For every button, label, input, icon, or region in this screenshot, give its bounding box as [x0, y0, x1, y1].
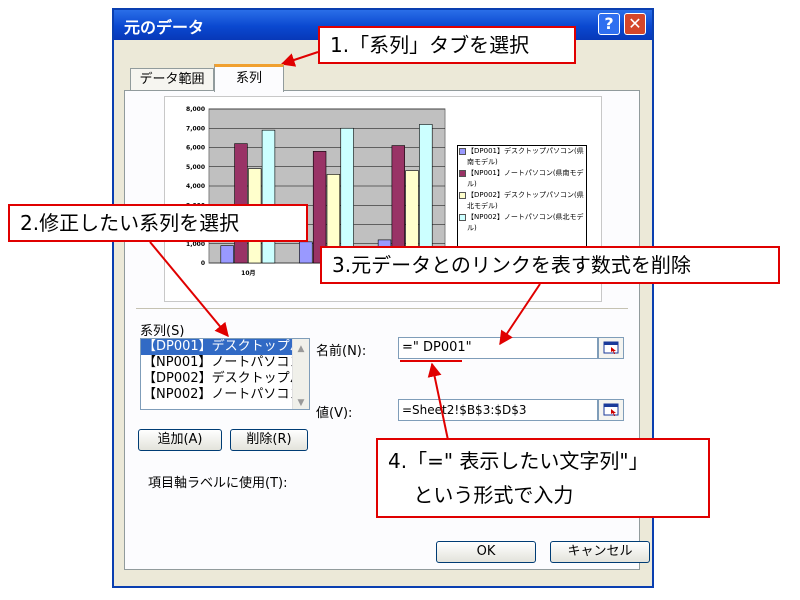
- name-input[interactable]: =" DP001": [398, 337, 598, 359]
- legend-swatch: [459, 148, 466, 155]
- scroll-up-icon[interactable]: ▲: [295, 341, 307, 354]
- legend-label: 【NP001】ノートパソコン(県南モデル): [467, 169, 584, 188]
- listbox-scrollbar[interactable]: ▲ ▼: [292, 339, 309, 409]
- legend-item: 【DP002】デスクトップパソコン(県北モデル): [458, 190, 586, 212]
- add-series-button[interactable]: 追加(A): [138, 429, 222, 451]
- bar: [261, 129, 276, 264]
- callout-step-4: 4.「=" 表示したい文字列"」 という形式で入力: [376, 438, 710, 518]
- value-input[interactable]: =Sheet2!$B$3:$D$3: [398, 399, 598, 421]
- legend-swatch: [459, 192, 466, 199]
- x-tick-label: 10月: [241, 269, 255, 277]
- range-select-icon: [603, 403, 619, 416]
- bar: [340, 127, 354, 264]
- y-tick-label: 7,000: [186, 125, 205, 132]
- help-button[interactable]: ?: [598, 13, 620, 35]
- legend-swatch: [459, 214, 466, 221]
- callout-step-1: 1.「系列」タブを選択: [318, 26, 576, 64]
- chart-legend: 【DP001】デスクトップパソコン(県南モデル) 【NP001】ノートパソコン(県…: [457, 145, 587, 249]
- value-range-picker-button[interactable]: [598, 399, 624, 421]
- range-select-icon: [603, 341, 619, 354]
- callout-step-3: 3.元データとのリンクを表す数式を削除: [320, 246, 780, 284]
- series-item-np002[interactable]: 【NP002】ノートパソコン: [141, 387, 309, 403]
- legend-item: 【NP001】ノートパソコン(県南モデル): [458, 168, 586, 190]
- bar: [419, 124, 433, 264]
- divider: [136, 308, 628, 309]
- scroll-down-icon[interactable]: ▼: [295, 395, 307, 408]
- value-label: 値(V):: [316, 406, 353, 421]
- y-tick-label: 4,000: [186, 183, 205, 190]
- dialog-title: 元のデータ: [124, 18, 205, 37]
- legend-label: 【DP001】デスクトップパソコン(県南モデル): [467, 147, 584, 166]
- legend-label: 【NP002】ノートパソコン(県北モデル): [467, 213, 584, 232]
- legend-swatch: [459, 170, 466, 177]
- series-item-dp001[interactable]: 【DP001】デスクトップパ: [141, 339, 309, 355]
- name-label: 名前(N):: [316, 344, 367, 359]
- y-tick-label: 5,000: [186, 164, 205, 171]
- remove-series-button[interactable]: 削除(R): [230, 429, 308, 451]
- cancel-button[interactable]: キャンセル: [550, 541, 650, 563]
- name-range-picker-button[interactable]: [598, 337, 624, 359]
- legend-item: 【DP001】デスクトップパソコン(県南モデル): [458, 146, 586, 168]
- legend-item: 【NP002】ノートパソコン(県北モデル): [458, 212, 586, 234]
- y-tick-label: 0: [201, 260, 205, 267]
- tab-data-range[interactable]: データ範囲: [130, 68, 214, 90]
- series-list-label: 系列(S): [140, 324, 185, 339]
- series-item-dp002[interactable]: 【DP002】デスクトップパ: [141, 371, 309, 387]
- ok-button[interactable]: OK: [436, 541, 536, 563]
- bar: [299, 241, 313, 264]
- legend-label: 【DP002】デスクトップパソコン(県北モデル): [467, 191, 584, 210]
- series-listbox[interactable]: 【DP001】デスクトップパ 【NP001】ノートパソコン 【DP002】デスク…: [140, 338, 310, 410]
- name-highlight-underline: [400, 360, 462, 362]
- close-button[interactable]: ✕: [624, 13, 646, 35]
- callout-step-2: 2.修正したい系列を選択: [8, 204, 308, 242]
- y-tick-label: 6,000: [186, 145, 205, 152]
- tab-series[interactable]: 系列: [214, 64, 284, 92]
- y-tick-label: 8,000: [186, 106, 205, 113]
- series-item-np001[interactable]: 【NP001】ノートパソコン: [141, 355, 309, 371]
- bar: [220, 245, 234, 264]
- category-axis-label: 項目軸ラベルに使用(T):: [148, 476, 288, 491]
